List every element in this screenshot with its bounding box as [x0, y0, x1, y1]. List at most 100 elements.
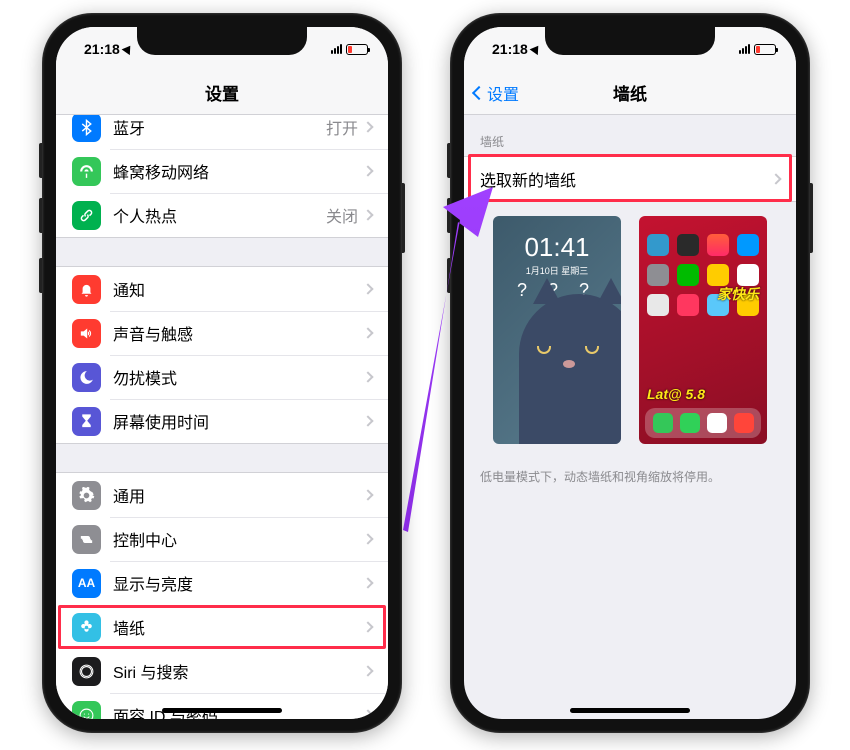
back-button[interactable]: 设置 — [474, 71, 519, 114]
row-label: 通知 — [113, 277, 364, 301]
chevron-right-icon — [362, 327, 373, 338]
settings-row-screentime[interactable]: 屏幕使用时间 — [56, 399, 388, 443]
status-time: 21:18 — [492, 41, 528, 57]
home-indicator[interactable] — [570, 708, 690, 713]
display-icon: AA — [72, 569, 101, 598]
home-screen-preview[interactable]: 家快乐 Lat@ 5.8 — [639, 216, 767, 444]
row-label: Siri 与搜索 — [113, 659, 364, 683]
chevron-right-icon — [362, 665, 373, 676]
row-value: 关闭 — [326, 203, 358, 227]
phone-frame-right: 21:18 设置 墙纸 墙纸 选取新的墙纸 — [450, 13, 810, 733]
chevron-right-icon — [770, 173, 781, 184]
screen-left: 21:18 设置 蓝牙打开蜂窝移动网络个人热点关闭通知声音与触感勿扰模式屏幕使用… — [56, 27, 388, 719]
page-title: 设置 — [205, 80, 239, 105]
app-icon — [707, 413, 727, 433]
settings-row-notifications[interactable]: 通知 — [56, 267, 388, 311]
settings-row-general[interactable]: 通用 — [56, 473, 388, 517]
settings-group: 通用控制中心AA显示与亮度墙纸Siri 与搜索面容 ID 与密码SOSSOS 紧… — [56, 472, 388, 719]
lock-screen-preview[interactable]: 01:41 1月10日 星期三 ? ? ? — [493, 216, 621, 444]
chevron-left-icon — [472, 85, 486, 99]
phone-frame-left: 21:18 设置 蓝牙打开蜂窝移动网络个人热点关闭通知声音与触感勿扰模式屏幕使用… — [42, 13, 402, 733]
row-label: 屏幕使用时间 — [113, 409, 364, 433]
scribble-text: Lat@ 5.8 — [647, 386, 705, 402]
general-icon — [72, 481, 101, 510]
nav-bar: 设置 — [56, 71, 388, 115]
app-icon — [737, 234, 759, 256]
settings-list[interactable]: 蓝牙打开蜂窝移动网络个人热点关闭通知声音与触感勿扰模式屏幕使用时间通用控制中心A… — [56, 115, 388, 719]
settings-row-control[interactable]: 控制中心 — [56, 517, 388, 561]
footer-note: 低电量模式下，动态墙纸和视角缩放将停用。 — [464, 458, 796, 495]
settings-row-sounds[interactable]: 声音与触感 — [56, 311, 388, 355]
chevron-right-icon — [362, 209, 373, 220]
wallpaper-previews: 01:41 1月10日 星期三 ? ? ? — [464, 202, 796, 458]
sounds-icon — [72, 319, 101, 348]
cellular-icon — [72, 157, 101, 186]
chevron-right-icon — [362, 621, 373, 632]
chevron-right-icon — [362, 577, 373, 588]
row-label: 墙纸 — [113, 615, 364, 639]
app-icon — [677, 234, 699, 256]
app-icon — [680, 413, 700, 433]
signal-icon — [739, 44, 750, 54]
chevron-right-icon — [362, 489, 373, 500]
dock — [645, 408, 761, 438]
lock-time: 01:41 — [493, 232, 621, 263]
chevron-right-icon — [362, 283, 373, 294]
settings-group: 通知声音与触感勿扰模式屏幕使用时间 — [56, 266, 388, 444]
settings-row-faceid[interactable]: 面容 ID 与密码 — [56, 693, 388, 719]
settings-row-hotspot[interactable]: 个人热点关闭 — [56, 193, 388, 237]
row-label: 显示与亮度 — [113, 571, 364, 595]
cat-nose-icon — [563, 360, 575, 368]
row-label: 控制中心 — [113, 527, 364, 551]
screentime-icon — [72, 407, 101, 436]
row-label: 蜂窝移动网络 — [113, 159, 364, 183]
row-label: 个人热点 — [113, 203, 326, 227]
chevron-right-icon — [362, 371, 373, 382]
row-label: 声音与触感 — [113, 321, 364, 345]
wallpaper-icon — [72, 613, 101, 642]
app-icon — [677, 294, 699, 316]
settings-row-dnd[interactable]: 勿扰模式 — [56, 355, 388, 399]
cat-illustration — [519, 294, 621, 444]
chevron-right-icon — [362, 709, 373, 719]
app-icon — [707, 264, 729, 286]
status-time: 21:18 — [84, 41, 120, 57]
app-icon — [647, 264, 669, 286]
app-icon — [677, 264, 699, 286]
lock-date: 1月10日 星期三 — [493, 264, 621, 277]
scribble-text: 家快乐 — [717, 284, 759, 304]
app-icon — [734, 413, 754, 433]
bluetooth-icon — [72, 115, 101, 142]
app-icon — [647, 234, 669, 256]
wallpaper-content: 墙纸 选取新的墙纸 01:41 1月10日 星期三 ? ? ? — [464, 115, 796, 719]
settings-row-cellular[interactable]: 蜂窝移动网络 — [56, 149, 388, 193]
battery-icon — [754, 44, 776, 55]
signal-icon — [331, 44, 342, 54]
faceid-icon — [72, 701, 101, 720]
location-icon — [529, 43, 542, 55]
app-icon — [653, 413, 673, 433]
row-label: 蓝牙 — [113, 115, 326, 139]
home-indicator[interactable] — [162, 708, 282, 713]
hotspot-icon — [72, 201, 101, 230]
battery-icon — [346, 44, 368, 55]
chevron-right-icon — [362, 415, 373, 426]
nav-bar: 设置 墙纸 — [464, 71, 796, 115]
choose-new-label: 选取新的墙纸 — [480, 167, 772, 191]
row-label: 勿扰模式 — [113, 365, 364, 389]
dnd-icon — [72, 363, 101, 392]
row-value: 打开 — [326, 115, 358, 139]
settings-row-wallpaper[interactable]: 墙纸 — [56, 605, 388, 649]
choose-new-wallpaper-row[interactable]: 选取新的墙纸 — [464, 157, 796, 201]
settings-group: 蓝牙打开蜂窝移动网络个人热点关闭 — [56, 115, 388, 238]
notch — [137, 27, 307, 55]
chevron-right-icon — [362, 533, 373, 544]
settings-row-bluetooth[interactable]: 蓝牙打开 — [56, 115, 388, 149]
settings-row-siri[interactable]: Siri 与搜索 — [56, 649, 388, 693]
siri-icon — [72, 657, 101, 686]
control-icon — [72, 525, 101, 554]
chevron-right-icon — [362, 165, 373, 176]
choose-wallpaper-group: 选取新的墙纸 — [464, 156, 796, 202]
settings-row-display[interactable]: AA 显示与亮度 — [56, 561, 388, 605]
chevron-right-icon — [362, 121, 373, 132]
